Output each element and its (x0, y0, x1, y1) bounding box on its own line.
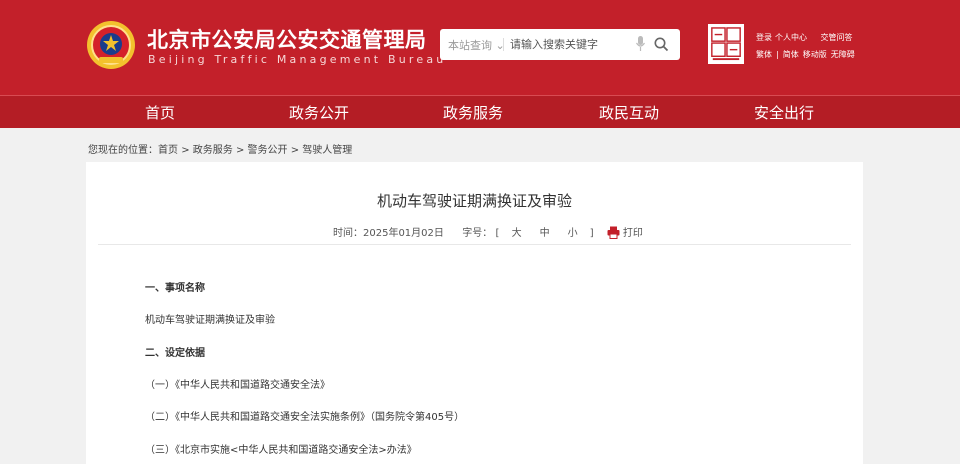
content-divider (98, 244, 851, 245)
traffic-qa-link[interactable]: 交管问答 (821, 33, 853, 42)
article-title: 机动车驾驶证期满换证及审验 (376, 192, 572, 210)
simplified-chinese-link[interactable]: 简体 (783, 50, 799, 59)
breadcrumb-separator: > (290, 145, 300, 156)
top-links: 登录 个人中心 交管问答 繁体 | 简体 移动版 无障碍 (756, 29, 859, 63)
nav-item-home[interactable]: 首页 (145, 102, 175, 123)
print-button[interactable]: 打印 (623, 228, 643, 239)
paragraph-text: （二）《中华人民共和国道路交通安全法实施条例》（国务院令第405号） (145, 412, 465, 423)
bracket-close: ] (589, 228, 594, 239)
search-icon[interactable] (654, 37, 669, 52)
section-heading: 一、事项名称 (145, 283, 205, 294)
font-size-label: 字号： (462, 228, 493, 239)
breadcrumb-prefix: 您现在的位置： (88, 145, 158, 156)
link-separator: | (776, 50, 779, 59)
search-divider (503, 38, 504, 51)
login-link[interactable]: 登录 (756, 33, 772, 42)
accessibility-link[interactable]: 无障碍 (831, 50, 855, 59)
paragraph-text: 机动车驾驶证期满换证及审验 (145, 315, 275, 326)
paragraph-text: （一）《中华人民共和国道路交通安全法》 (145, 380, 330, 391)
nav-item-interaction[interactable]: 政民互动 (599, 102, 659, 123)
font-size-large-button[interactable]: 大 (512, 228, 522, 239)
breadcrumb: 您现在的位置：首页 > 政务服务 > 警务公开 > 驾驶人管理 (88, 141, 352, 156)
section-heading: 二、设定依据 (145, 348, 205, 359)
main-nav: 首页 政务公开 政务服务 政民互动 安全出行 (0, 95, 960, 128)
bracket-open: [ (495, 228, 500, 239)
font-size-medium-button[interactable]: 中 (540, 228, 550, 239)
site-subtitle: Beijing Traffic Management Bureau (148, 53, 447, 66)
breadcrumb-separator: > (181, 145, 190, 156)
microphone-icon[interactable] (636, 36, 645, 52)
nav-item-gov-services[interactable]: 政务服务 (443, 102, 503, 123)
time-value: 2025年01月02日 (363, 228, 444, 239)
nav-item-gov-affairs[interactable]: 政务公开 (289, 102, 349, 123)
time-label: 时间： (333, 228, 363, 239)
nav-item-safe-travel[interactable]: 安全出行 (754, 102, 814, 123)
search-input[interactable] (510, 34, 620, 54)
breadcrumb-driver-management[interactable]: 驾驶人管理 (302, 145, 352, 156)
traditional-chinese-link[interactable]: 繁体 (756, 50, 772, 59)
user-center-link[interactable]: 个人中心 (775, 33, 807, 42)
mobile-version-link[interactable]: 移动版 (803, 50, 827, 59)
article-meta: 时间：2025年01月02日 字号： [ 大 中 小 ] 打印 (333, 224, 643, 239)
paragraph-text: （三）《北京市实施<中华人民共和国道路交通安全法>办法》 (145, 445, 417, 456)
breadcrumb-home[interactable]: 首页 (158, 145, 178, 156)
breadcrumb-police-affairs[interactable]: 警务公开 (248, 145, 288, 156)
search-scope-select[interactable]: 本站查询 ⌄ (448, 37, 505, 53)
font-size-small-button[interactable]: 小 (568, 228, 578, 239)
police-emblem-icon[interactable] (86, 20, 136, 70)
breadcrumb-separator: > (235, 145, 245, 156)
beijing-china-logo-icon[interactable] (708, 24, 744, 64)
article-panel: 机动车驾驶证期满换证及审验 时间：2025年01月02日 字号： [ 大 中 小 ]… (86, 162, 863, 464)
site-header: 北京市公安局公安交通管理局 Beijing Traffic Management… (0, 0, 960, 95)
breadcrumb-gov-services[interactable]: 政务服务 (193, 145, 233, 156)
site-title[interactable]: 北京市公安局公安交通管理局 (147, 24, 427, 54)
printer-icon[interactable] (607, 226, 620, 239)
